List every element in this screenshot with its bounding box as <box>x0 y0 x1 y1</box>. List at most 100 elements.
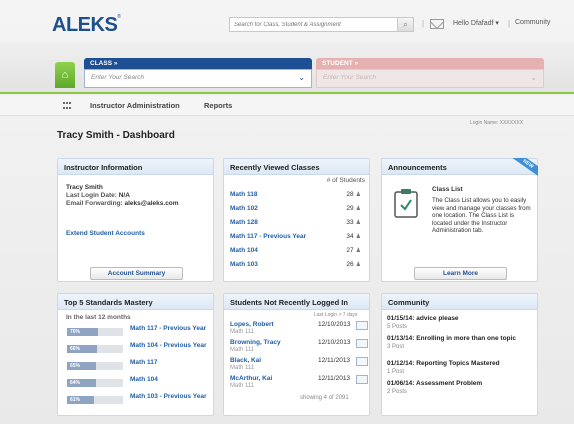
class-link[interactable]: Math 128 <box>230 219 258 226</box>
clipboard-icon <box>394 189 418 218</box>
card-title: Recently Viewed Classes <box>224 159 369 175</box>
recent-class-row: Math 103 26 ♟ <box>230 261 365 271</box>
mastery-class-link[interactable]: Math 104 <box>130 376 212 384</box>
person-icon: ♟ <box>355 234 361 240</box>
announcements-card: Announcements NEW Class List The Class L… <box>381 158 538 282</box>
students-col-header: # of Students <box>326 177 365 184</box>
student-course: Math 111 <box>230 329 255 335</box>
community-post[interactable]: 01/13/14: Enrolling in more than one top… <box>387 335 537 351</box>
recent-class-row: Math 128 33 ♟ <box>230 219 365 229</box>
mastery-row: 65% Math 117 <box>67 359 212 375</box>
instructor-info-card: Instructor Information Tracy Smith Last … <box>57 158 214 282</box>
person-icon: ♟ <box>355 192 361 198</box>
recent-class-row: Math 118 28 ♟ <box>230 191 365 201</box>
student-course: Math 111 <box>230 383 255 389</box>
student-name-link[interactable]: Black, Kai <box>230 357 261 364</box>
announcement-body: The Class List allows you to easily view… <box>432 197 531 235</box>
mastery-class-link[interactable]: Math 104 - Previous Year <box>130 342 212 350</box>
student-count: 28 ♟ <box>346 191 361 198</box>
class-link[interactable]: Math 117 - Previous Year <box>230 233 306 240</box>
mastery-row: 66% Math 104 - Previous Year <box>67 342 212 358</box>
community-post[interactable]: 01/12/14: Reporting Topics Mastered 1 Pos… <box>387 360 537 376</box>
student-row: Browning, Tracy Math 111 12/10/2013 <box>230 339 372 359</box>
chevron-down-icon[interactable]: ⌄ <box>298 73 305 82</box>
class-search-placeholder: Enter Your Search <box>91 74 144 81</box>
search-icon[interactable]: ⌕ <box>397 18 413 31</box>
last-login-date: 12/11/2013 <box>318 357 351 364</box>
post-count: 3 Post <box>387 344 405 350</box>
header-separator: | <box>508 19 511 28</box>
mastery-bar-fill: 65% <box>67 362 97 370</box>
student-course: Math 111 <box>230 365 255 371</box>
chevron-down-icon: ⌄ <box>530 73 537 82</box>
extend-accounts-link[interactable]: Extend Student Accounts <box>66 230 145 237</box>
mastery-bar: 66% <box>67 345 123 353</box>
student-count: 29 ♟ <box>346 205 361 212</box>
mastery-bar-fill: 61% <box>67 396 95 404</box>
card-title: Top 5 Standards Mastery <box>58 294 213 310</box>
mastery-row: 70% Math 117 - Previous Year <box>67 325 212 341</box>
mastery-bar-fill: 70% <box>67 328 99 336</box>
message-icon[interactable] <box>356 321 368 330</box>
announcement-title: Class List <box>432 186 463 193</box>
post-count: 1 Post <box>387 369 405 375</box>
account-summary-button[interactable]: Account Summary <box>90 267 183 280</box>
message-icon[interactable] <box>356 339 368 348</box>
student-name-link[interactable]: McArthur, Kai <box>230 375 272 382</box>
card-title: Instructor Information <box>58 159 213 175</box>
class-link[interactable]: Math 118 <box>230 191 257 198</box>
user-menu[interactable]: Hello Dfafadf ▾ <box>453 19 499 27</box>
community-post[interactable]: 01/15/14: advice please 5 Posts <box>387 315 537 331</box>
message-icon[interactable] <box>356 357 368 366</box>
student-row: Lopes, Robert Math 111 12/10/2013 <box>230 321 372 341</box>
menu-instructor-administration[interactable]: Instructor Administration <box>90 101 180 110</box>
class-link[interactable]: Math 104 <box>230 247 258 254</box>
student-name-link[interactable]: Lopes, Robert <box>230 321 274 328</box>
learn-more-button[interactable]: Learn More <box>414 267 507 280</box>
mastery-row: 64% Math 104 <box>67 376 212 392</box>
student-count: 34 ♟ <box>346 233 361 240</box>
last-login-col-header: Last Login > 7 days <box>314 312 358 318</box>
menu-reports[interactable]: Reports <box>204 101 232 110</box>
message-icon[interactable] <box>356 375 368 384</box>
mastery-bar: 61% <box>67 396 123 404</box>
student-count: 26 ♟ <box>346 261 361 268</box>
student-count: 33 ♟ <box>346 219 361 226</box>
community-post[interactable]: 01/06/14: Assessment Problem 2 Posts <box>387 380 537 396</box>
global-search-input[interactable] <box>230 18 390 31</box>
class-search-field[interactable]: Enter Your Search ⌄ <box>84 69 312 88</box>
email-forwarding: Email Forwarding: aleks@aleks.com <box>66 200 179 207</box>
class-link[interactable]: Math 102 <box>230 205 258 212</box>
card-title: Community <box>382 294 537 310</box>
student-row: Black, Kai Math 111 12/11/2013 <box>230 357 372 377</box>
mastery-bar: 65% <box>67 362 123 370</box>
post-title: 01/06/14: Assessment Problem <box>387 380 483 387</box>
post-title: 01/13/14: Enrolling in more than one top… <box>387 335 516 342</box>
class-link[interactable]: Math 103 <box>230 261 258 268</box>
grid-menu-icon[interactable] <box>63 102 71 109</box>
person-icon: ♟ <box>355 262 361 268</box>
mastery-bar-fill: 64% <box>67 379 96 387</box>
home-icon[interactable]: ⌂ <box>55 62 75 88</box>
student-selector-label: STUDENT » <box>316 58 544 69</box>
student-course: Math 111 <box>230 347 255 353</box>
post-count: 2 Posts <box>387 389 408 395</box>
mastery-bar: 64% <box>67 379 123 387</box>
mail-icon[interactable] <box>430 19 444 29</box>
student-name-link[interactable]: Browning, Tracy <box>230 339 281 346</box>
student-row: McArthur, Kai Math 111 12/11/2013 <box>230 375 372 395</box>
recent-class-row: Math 102 29 ♟ <box>230 205 365 215</box>
community-link[interactable]: Community <box>515 19 550 26</box>
post-title: 01/15/14: advice please <box>387 315 459 322</box>
mastery-class-link[interactable]: Math 117 <box>130 359 212 367</box>
showing-count: showing 4 of 2091 <box>300 395 349 401</box>
mastery-class-link[interactable]: Math 117 - Previous Year <box>130 325 212 333</box>
mastery-class-link[interactable]: Math 103 - Previous Year <box>130 393 212 401</box>
mastery-bar: 70% <box>67 328 123 336</box>
post-count: 5 Posts <box>387 324 408 330</box>
class-selector: CLASS » Enter Your Search ⌄ <box>84 58 312 90</box>
card-title: Students Not Recently Logged In <box>224 294 369 310</box>
aleks-logo[interactable]: ALEKS® <box>52 14 121 37</box>
mastery-card: Top 5 Standards Mastery In the last 12 m… <box>57 293 214 416</box>
top-bar: ALEKS® ⌕ | Hello Dfafadf ▾ | Community <box>0 0 574 42</box>
